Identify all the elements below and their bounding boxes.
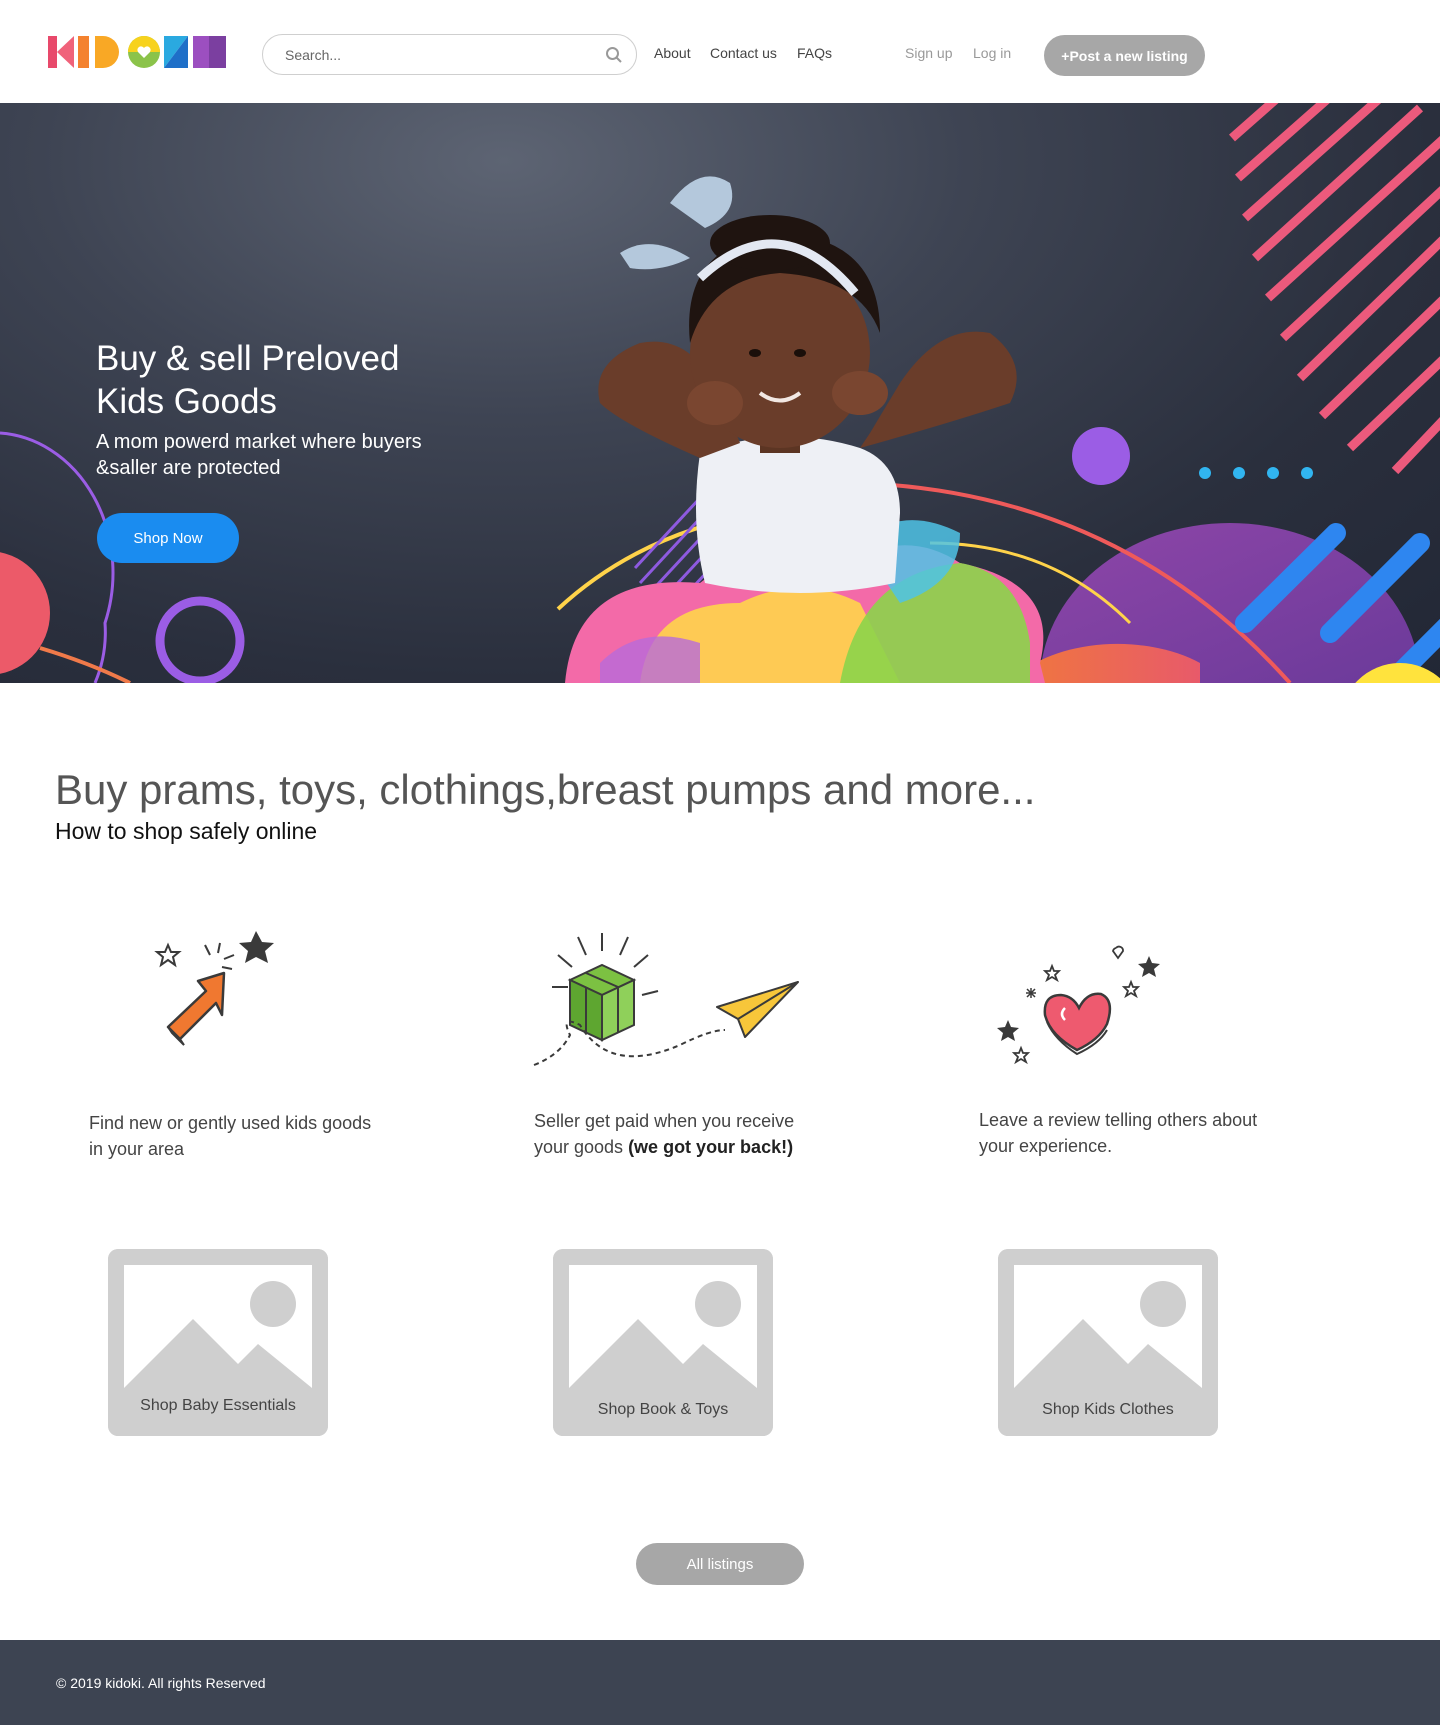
search-icon[interactable] [605, 46, 623, 64]
category-card-clothes[interactable]: Shop Kids Clothes [998, 1249, 1218, 1436]
search-box[interactable] [262, 34, 637, 75]
category-card-baby[interactable]: Shop Baby Essentials [108, 1249, 328, 1436]
kidoki-logo[interactable] [48, 36, 226, 68]
step-paid-emphasis: (we got your back!) [628, 1137, 794, 1157]
cursor-arrow-icon [154, 931, 274, 1046]
site-header: About Contact us FAQs Sign up Log in +Po… [0, 0, 1440, 103]
step-review-text: Leave a review telling others about your… [979, 1110, 1258, 1156]
nav-about[interactable]: About [654, 45, 691, 61]
login-link[interactable]: Log in [973, 45, 1011, 61]
all-listings-button[interactable]: All listings [636, 1543, 804, 1585]
post-listing-button[interactable]: +Post a new listing [1044, 35, 1205, 76]
hero-title: Buy & sell Preloved Kids Goods [96, 339, 400, 421]
category-label-clothes[interactable]: Shop Kids Clothes [998, 1401, 1218, 1419]
copyright-text: © 2019 kidoki. All rights Reserved [56, 1675, 266, 1691]
nav-contact[interactable]: Contact us [710, 45, 777, 61]
site-footer: © 2019 kidoki. All rights Reserved [0, 1640, 1440, 1725]
hero-subtitle: A mom powerd market where buyers &saller… [96, 431, 422, 479]
heart-stars-icon [997, 945, 1160, 1065]
category-card-toys[interactable]: Shop Book & Toys [553, 1249, 773, 1436]
section-subheading: How to shop safely online [55, 818, 318, 844]
signup-link[interactable]: Sign up [905, 45, 952, 61]
shop-now-button[interactable]: Shop Now [97, 513, 239, 563]
section-heading: Buy prams, toys, clothings,breast pumps … [55, 766, 1036, 813]
nav-faqs[interactable]: FAQs [797, 45, 832, 61]
step-find-text: Find new or gently used kids goods in yo… [89, 1113, 372, 1159]
hero-banner: Buy & sell Preloved Kids Goods A mom pow… [0, 103, 1440, 683]
gift-paper-plane-icon [533, 933, 799, 1066]
step-paid-text: Seller get paid when you receive your go… [534, 1111, 795, 1157]
category-label-toys[interactable]: Shop Book & Toys [553, 1401, 773, 1419]
category-label-baby[interactable]: Shop Baby Essentials [108, 1397, 328, 1415]
child-photo [565, 176, 1045, 683]
search-input[interactable] [285, 44, 585, 66]
